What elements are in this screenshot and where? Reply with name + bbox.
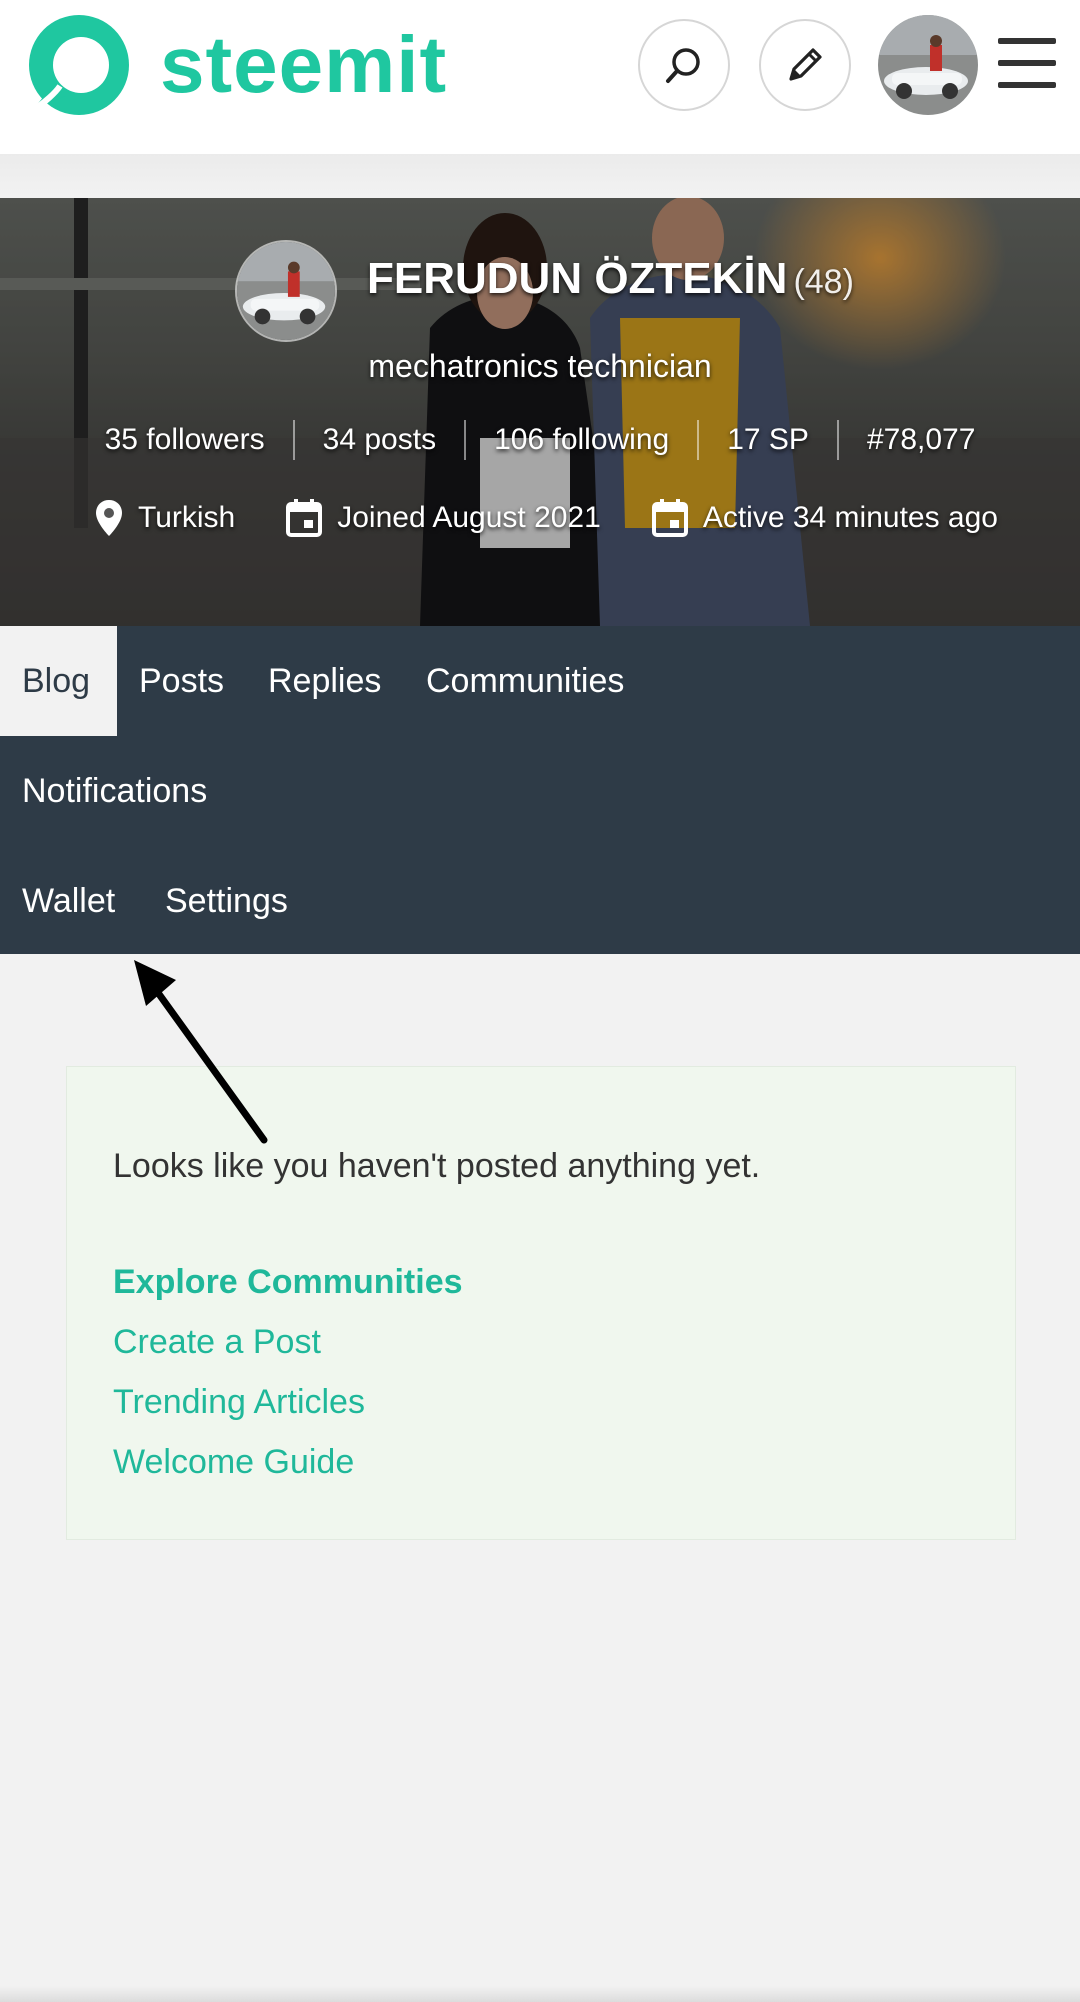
steem-power: 17 SP [699, 420, 839, 460]
bottom-edge [0, 1986, 1080, 2002]
profile-tabs: Blog Posts Replies Communities Notificat… [0, 626, 1080, 954]
rank: #78,077 [866, 423, 976, 456]
reputation-score: (48) [793, 263, 854, 301]
trending-articles-link[interactable]: Trending Articles [113, 1383, 365, 1422]
create-post-link[interactable]: Create a Post [113, 1323, 321, 1362]
user-avatar[interactable] [878, 15, 978, 115]
steemit-logo-icon[interactable] [26, 12, 132, 118]
tab-wallet[interactable]: Wallet [0, 846, 137, 956]
brand-name[interactable]: steemit [160, 20, 447, 110]
top-header: steemit [0, 0, 1080, 154]
profile-name: FERUDUN ÖZTEKİN (48) [367, 254, 854, 304]
active-text: Active 34 minutes ago [702, 501, 998, 534]
profile-name-text: FERUDUN ÖZTEKİN [367, 254, 788, 303]
tab-blog[interactable]: Blog [0, 626, 117, 736]
profile-about: mechatronics technician [368, 348, 712, 384]
profile-meta: Turkish Joined August 2021 Active 34 min… [94, 498, 998, 538]
location-text: Turkish [138, 501, 236, 534]
joined-date: Joined August 2021 [285, 498, 601, 538]
explore-communities-link[interactable]: Explore Communities [113, 1263, 463, 1302]
last-active: Active 34 minutes ago [651, 498, 998, 538]
joined-text: Joined August 2021 [337, 501, 601, 534]
tab-communities[interactable]: Communities [404, 626, 646, 736]
posts-count: 34 posts [295, 420, 467, 460]
tab-replies[interactable]: Replies [246, 626, 403, 736]
profile-stats: 35 followers 34 posts 106 following 17 S… [0, 420, 1080, 460]
location-pin-icon [96, 500, 122, 536]
hamburger-menu-icon[interactable] [998, 38, 1056, 90]
tab-notifications[interactable]: Notifications [0, 736, 229, 846]
search-button[interactable] [638, 19, 730, 111]
profile-avatar[interactable] [235, 240, 337, 342]
location: Turkish [94, 498, 235, 538]
following-count[interactable]: 106 following [466, 420, 700, 460]
followers-count[interactable]: 35 followers [77, 420, 295, 460]
profile-cover: FERUDUN ÖZTEKİN (48) mechatronics technic… [0, 198, 1080, 626]
tab-settings[interactable]: Settings [143, 846, 310, 956]
profile-avatar-image [237, 242, 335, 340]
calendar-icon [651, 499, 688, 537]
cover-content: FERUDUN ÖZTEKİN (48) mechatronics technic… [0, 198, 1080, 626]
search-icon [666, 48, 700, 83]
avatar-image [878, 15, 978, 115]
write-post-button[interactable] [759, 19, 851, 111]
annotation-arrow-icon [134, 960, 268, 1144]
pencil-icon [789, 48, 822, 81]
tab-posts[interactable]: Posts [117, 626, 246, 736]
welcome-guide-link[interactable]: Welcome Guide [113, 1443, 354, 1482]
empty-message: Looks like you haven't posted anything y… [113, 1147, 761, 1185]
calendar-icon [286, 499, 323, 537]
header-divider [0, 154, 1080, 198]
